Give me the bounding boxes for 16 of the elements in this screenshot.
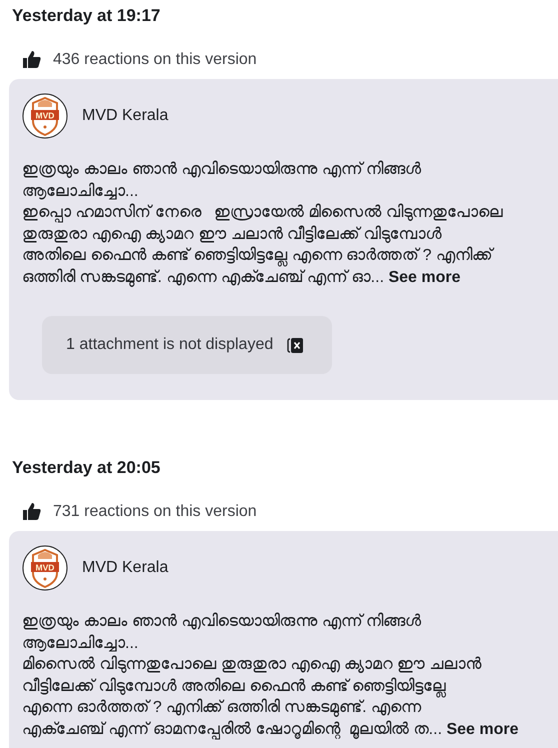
see-more-link[interactable]: See more xyxy=(446,720,519,738)
reaction-count: 731 reactions on this version xyxy=(53,502,257,520)
author-name: MVD Kerala xyxy=(82,559,168,577)
post-text: ഇത്രയും കാലം ഞാൻ എവിടെയായിരുന്നു എന്ന് നിങ്ങൾ ആലോചിച്ചോ... ഇപ്പൊ ഹമാസിന് നേരെ ഇസ്രായേൽ മിസൈൽ വിടുന്നതുപോലെ തുരുതുരാ എഐ ക്യാമറ ഈ ചലാൻ വീട്ടിലേക്ക് വിടുമ്പോൾ അതിലെ ഫൈൻ കണ്ട് ഞെട്ടിയിട്ടല്ലേ എന്നെ ഓർത്തത് ? എനിക്ക് ഒത്തിരി സങ്കടമുണ്ട്. എന്നെ എക്ചേഞ്ച് എന്ന് ഓ... See more xyxy=(22,160,504,288)
post-text: ഇത്രയും കാലം ഞാൻ എവിടെയായിരുന്നു എന്ന് നിങ്ങൾ ആലോചിച്ചോ... മിസൈൽ വിടുന്നതുപോലെ തുരുതുരാ എഐ ക്യാമറ ഈ ചലാൻ വീട്ടിലേക്ക് വിടുമ്പോൾ അതിലെ ഫൈൻ കണ്ട് ഞെട്ടിയിട്ടല്ലേ എന്നെ ഓർത്തത് ? എനിക്ക് ഒത്തിരി സങ്കടമുണ്ട്. എന്നെ എക്ചേഞ്ച് എന്ന് ഓമനപ്പേരിൽ ഷോറൂമിന്റെ മൂലയിൽ ത... See more xyxy=(22,612,520,740)
attachment-text: 1 attachment is not displayed xyxy=(66,336,274,354)
logo-icon: MVD xyxy=(22,545,68,591)
thumbs-up-icon xyxy=(22,502,41,521)
reaction-count: 436 reactions on this version xyxy=(53,50,257,68)
see-more-link[interactable]: See more xyxy=(388,268,461,286)
thumbs-up-icon xyxy=(22,50,41,69)
logo-icon: MVD xyxy=(22,93,68,139)
timestamp: Yesterday at 20:05 xyxy=(12,458,160,478)
timestamp: Yesterday at 19:17 xyxy=(12,6,160,26)
author-name: MVD Kerala xyxy=(82,107,168,125)
broken-image-icon xyxy=(287,336,304,354)
